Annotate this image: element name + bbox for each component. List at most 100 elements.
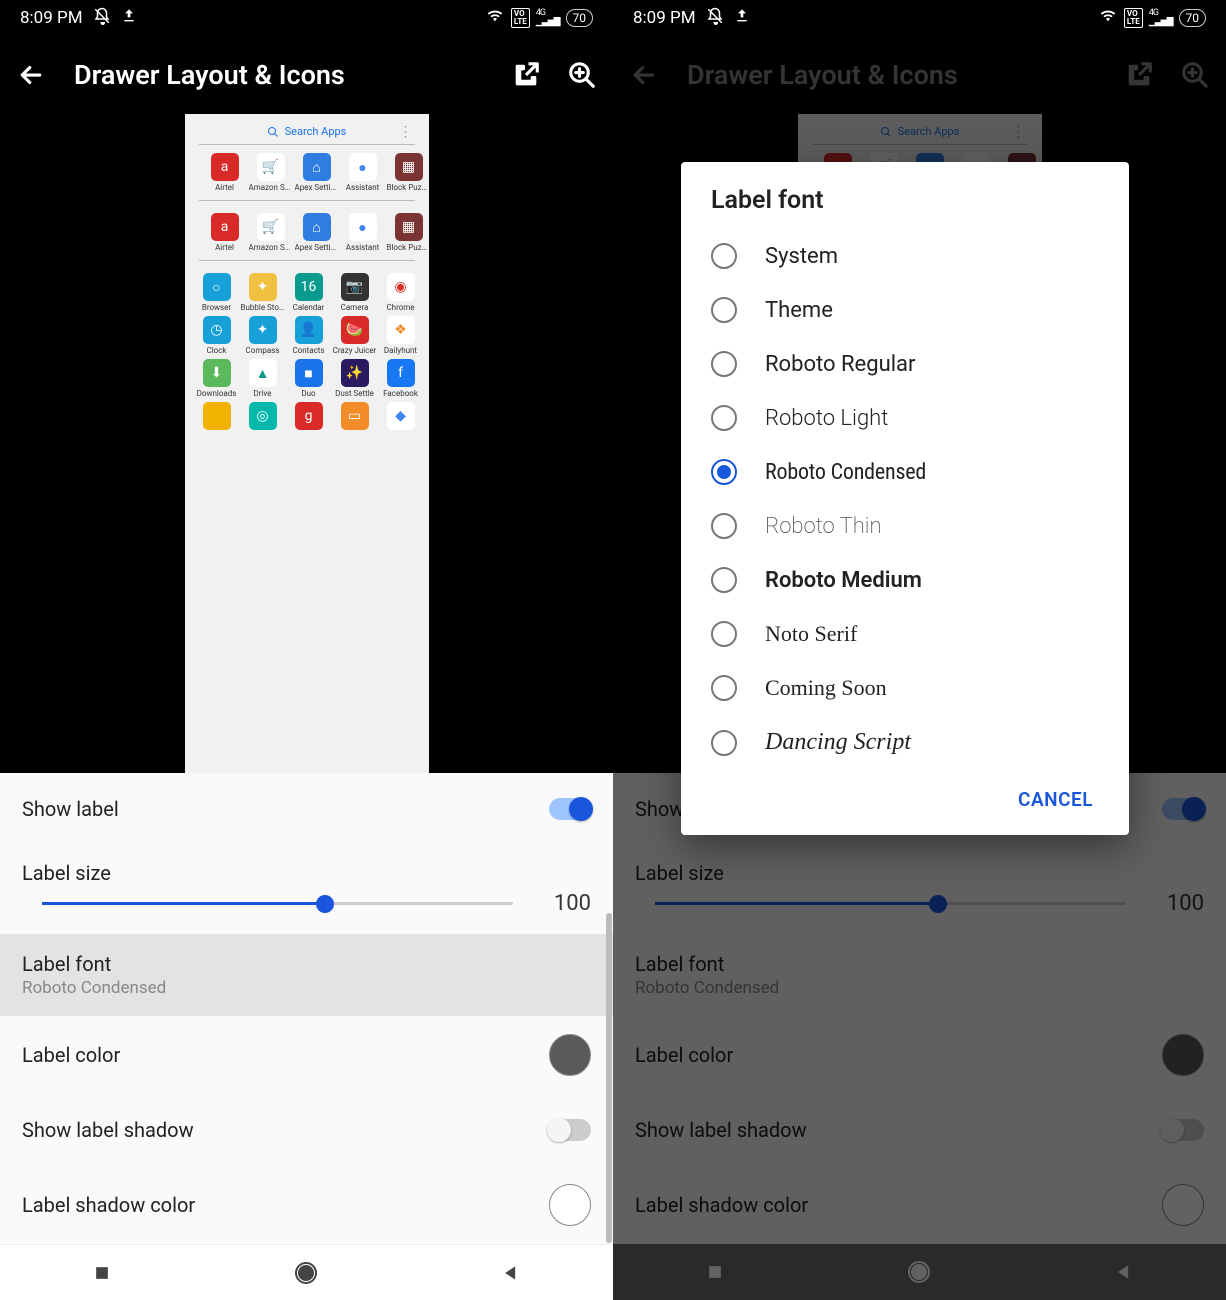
app-icon: a <box>211 213 239 241</box>
shadow-color-swatch[interactable] <box>549 1184 591 1226</box>
app-label: Duo <box>301 389 315 398</box>
nav-home[interactable] <box>907 1260 931 1284</box>
dialog-title: Label font <box>681 186 1129 229</box>
setting-show-shadow[interactable]: Show label shadow <box>0 1094 613 1166</box>
app-cell: a Airtel <box>203 213 247 252</box>
app-cell: 📷Camera <box>333 273 377 312</box>
app-label: Block Puzzl.. <box>387 243 429 252</box>
setting-show-shadow[interactable]: Show label shadow <box>613 1094 1226 1166</box>
nav-back[interactable] <box>1112 1260 1136 1284</box>
label-font-dialog: Label font SystemThemeRoboto RegularRobo… <box>681 162 1129 835</box>
setting-label-color[interactable]: Label color <box>0 1016 613 1094</box>
nav-home[interactable] <box>294 1261 318 1285</box>
app-cell: ▦Block Puzzl.. <box>387 213 429 252</box>
dnd-icon <box>93 7 111 30</box>
upload-icon <box>734 8 750 29</box>
font-option[interactable]: System <box>681 229 1129 283</box>
export-icon[interactable] <box>509 58 543 92</box>
app-icon: ● <box>349 213 377 241</box>
drawer-search-text: Search Apps <box>898 125 960 138</box>
setting-shadow-color[interactable]: Label shadow color <box>613 1166 1226 1244</box>
label-color-swatch[interactable] <box>1162 1034 1204 1076</box>
back-button[interactable] <box>14 58 48 92</box>
font-option-label: Roboto Medium <box>765 568 922 593</box>
wifi-icon <box>485 8 505 28</box>
app-cell: ○Browser <box>195 273 239 312</box>
app-cell: 🛒Amazon Sh.. <box>249 213 293 252</box>
font-option[interactable]: Noto Serif <box>681 607 1129 661</box>
app-label: Crazy Juicer <box>333 346 377 355</box>
app-cell: ◎ <box>241 402 285 432</box>
font-option[interactable]: Roboto Light <box>681 391 1129 445</box>
app-icon: 📷 <box>341 273 369 301</box>
radio-button[interactable] <box>711 513 737 539</box>
app-cell: 🛒Amazon Sh.. <box>249 153 293 192</box>
font-option[interactable]: Roboto Thin <box>681 499 1129 553</box>
setting-show-label[interactable]: Show label <box>0 773 613 845</box>
app-cell: ■Duo <box>287 359 331 398</box>
radio-button[interactable] <box>711 351 737 377</box>
nav-recent[interactable] <box>90 1261 114 1285</box>
signal-icon: 4G▁▃▅▇ <box>536 9 560 27</box>
show-shadow-switch[interactable] <box>549 1119 591 1141</box>
setting-shadow-color[interactable]: Label shadow color <box>0 1166 613 1244</box>
label-size-text: Label size <box>22 861 591 885</box>
label-size-slider[interactable] <box>42 902 513 905</box>
battery-indicator: 70 <box>1179 9 1207 27</box>
app-icon: 🛒 <box>257 153 285 181</box>
show-label-switch[interactable] <box>549 798 591 820</box>
app-cell: 🍉Crazy Juicer <box>333 316 377 355</box>
status-bar: 8:09 PM VOLTE 4G▁▃▅▇ 70 <box>0 0 613 36</box>
font-option[interactable]: Coming Soon <box>681 661 1129 715</box>
font-option[interactable]: Theme <box>681 283 1129 337</box>
zoom-icon[interactable] <box>1178 58 1212 92</box>
back-button[interactable] <box>627 58 661 92</box>
app-label: Airtel <box>215 243 234 252</box>
setting-label-color[interactable]: Label color <box>613 1016 1226 1094</box>
app-icon: ▭ <box>341 402 369 430</box>
app-icon: 👤 <box>295 316 323 344</box>
export-icon[interactable] <box>1122 58 1156 92</box>
font-option[interactable]: Roboto Regular <box>681 337 1129 391</box>
radio-button[interactable] <box>711 567 737 593</box>
app-cell: ⬇Downloads <box>195 359 239 398</box>
nav-recent[interactable] <box>703 1260 727 1284</box>
app-label: Chrome <box>386 303 414 312</box>
show-shadow-switch[interactable] <box>1162 1119 1204 1141</box>
dialog-cancel-button[interactable]: CANCEL <box>1006 780 1105 819</box>
font-option-label: Dancing Script <box>765 729 911 756</box>
font-option[interactable]: Roboto Medium <box>681 553 1129 607</box>
radio-button[interactable] <box>711 730 737 756</box>
nav-bar <box>613 1244 1226 1300</box>
app-cell: ▲Drive <box>241 359 285 398</box>
radio-button[interactable] <box>711 459 737 485</box>
setting-label-font[interactable]: Label font Roboto Condensed <box>0 934 613 1016</box>
nav-bar <box>0 1244 613 1300</box>
volte-icon: VOLTE <box>511 8 530 28</box>
setting-label-size[interactable]: Label size 100 <box>613 845 1226 934</box>
radio-button[interactable] <box>711 675 737 701</box>
label-color-swatch[interactable] <box>549 1034 591 1076</box>
setting-label-font[interactable]: Label font Roboto Condensed <box>613 934 1226 1016</box>
app-icon: ▦ <box>395 153 423 181</box>
zoom-icon[interactable] <box>565 58 599 92</box>
setting-label-size[interactable]: Label size 100 <box>0 845 613 934</box>
status-bar: 8:09 PM VOLTE 4G▁▃▅▇ 70 <box>613 0 1226 36</box>
radio-button[interactable] <box>711 297 737 323</box>
app-icon: ◉ <box>387 273 415 301</box>
app-label: Bubble Story <box>241 303 285 312</box>
label-size-slider[interactable] <box>655 902 1126 905</box>
radio-button[interactable] <box>711 405 737 431</box>
scrollbar[interactable] <box>606 913 612 1243</box>
radio-button[interactable] <box>711 621 737 647</box>
page-title: Drawer Layout & Icons <box>687 59 1100 91</box>
font-option[interactable]: Dancing Script <box>681 715 1129 770</box>
preview-row-1: aAirtel🛒Amazon Sh..⌂Apex Settin..●Assist… <box>199 151 415 201</box>
font-option[interactable]: Roboto Condensed <box>681 445 1129 499</box>
radio-button[interactable] <box>711 243 737 269</box>
app-label: Calendar <box>293 303 325 312</box>
nav-back[interactable] <box>499 1261 523 1285</box>
app-label: Block Puzzl.. <box>387 183 429 192</box>
shadow-color-swatch[interactable] <box>1162 1184 1204 1226</box>
show-label-switch[interactable] <box>1162 798 1204 820</box>
